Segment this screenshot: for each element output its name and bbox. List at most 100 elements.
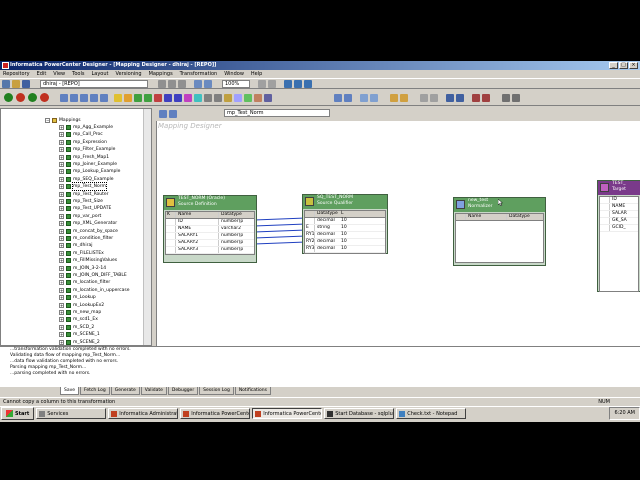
expand-icon[interactable]: + [59, 324, 64, 330]
target-port-row[interactable]: NAME [600, 204, 638, 211]
output-tab[interactable]: Generate [110, 387, 140, 395]
port-row[interactable]: RY2 decimal 10 [305, 239, 385, 246]
zoom-fit-icon[interactable] [370, 94, 378, 102]
sequence-generator-icon[interactable] [204, 94, 212, 102]
menu-mappings[interactable]: Mappings [148, 71, 174, 77]
arrange-all-icon[interactable] [334, 94, 342, 102]
union-icon[interactable] [244, 94, 252, 102]
expand-icon[interactable]: + [59, 310, 64, 315]
taskbar-task[interactable]: Check.txt - Notepad [396, 408, 467, 419]
link-path-icon[interactable] [430, 94, 438, 102]
tree-mapping-item[interactable]: + mp_Agg_Example [59, 124, 113, 131]
workflow-icon[interactable] [294, 80, 302, 88]
replace-icon[interactable] [512, 94, 520, 102]
folder-combo[interactable]: dhiraj - [REPO] [40, 80, 148, 88]
stored-procedure-icon[interactable] [234, 94, 242, 102]
expand-icon[interactable]: + [59, 280, 64, 286]
source-definition[interactable]: TEST_NORM (Oracle) Source Definition K Na… [163, 195, 257, 263]
normalizer-icon[interactable] [124, 94, 132, 102]
aggregator-icon[interactable] [134, 94, 142, 102]
expand-icon[interactable]: + [59, 154, 64, 160]
expand-icon[interactable]: + [59, 228, 64, 234]
layout-toggle-icon[interactable] [420, 94, 428, 102]
arrange-icon[interactable] [258, 80, 266, 88]
cut-icon[interactable] [158, 80, 166, 88]
break-icon[interactable] [40, 93, 49, 102]
source-analyzer-icon[interactable] [60, 94, 68, 102]
monitor-icon[interactable] [304, 80, 312, 88]
versioning-icon[interactable] [390, 94, 398, 102]
expand-icon[interactable]: + [59, 295, 64, 301]
tree-mapping-item[interactable]: + m_condition_filter [59, 235, 113, 242]
tree-mapping-item[interactable]: + m_SCENE_2 [59, 339, 100, 345]
stop-debugger-icon[interactable] [16, 93, 25, 102]
target-port-row[interactable]: GCID_ [600, 225, 638, 232]
output-tab[interactable]: Notifications [234, 387, 271, 395]
expand-icon[interactable]: + [59, 213, 64, 219]
source-qual-header[interactable]: SQ_TEST_NORM Source Qualifier [303, 195, 387, 209]
copy-icon[interactable] [168, 80, 176, 88]
tree-mapping-item[interactable]: + m_SCD_2 [59, 324, 94, 331]
expand-icon[interactable]: + [59, 236, 64, 241]
tree-mapping-item[interactable]: + m_SCENE_1 [59, 331, 100, 338]
expand-icon[interactable]: + [59, 169, 64, 175]
taskbar-task[interactable]: Informatica Administrati... [108, 408, 179, 419]
port-row[interactable]: ID number(p [166, 219, 254, 226]
debug-step-icon[interactable] [472, 94, 480, 102]
expand-icon[interactable]: + [59, 184, 64, 190]
maximize-button[interactable]: □ [619, 62, 628, 69]
repository-icon[interactable] [284, 80, 292, 88]
close-button[interactable]: × [629, 62, 638, 69]
tree-mapping-item[interactable]: + mp_Test_Router [59, 191, 109, 198]
tree-mapping-item[interactable]: + m_scd1_Ex [59, 316, 98, 323]
menu-edit[interactable]: Edit [36, 71, 48, 77]
menu-view[interactable]: View [52, 71, 66, 77]
expand-icon[interactable]: + [59, 317, 64, 323]
mapplet-designer-icon[interactable] [90, 94, 98, 102]
navigator-scrollbar[interactable] [143, 109, 151, 345]
expand-icon[interactable]: + [59, 250, 64, 256]
iconize-icon[interactable] [268, 80, 276, 88]
expand-icon[interactable]: + [59, 139, 64, 145]
transformation-developer-icon[interactable] [80, 94, 88, 102]
port-row[interactable]: SALARY3 number(p [166, 247, 254, 254]
port-row[interactable]: SALARY2 number(p [166, 240, 254, 247]
taskbar-task[interactable]: Start Database - sqlplus [324, 408, 395, 419]
paste-icon[interactable] [178, 80, 186, 88]
zoom-normal-icon[interactable] [360, 94, 368, 102]
tree-mapping-item[interactable]: + m_FILELISTEx [59, 250, 104, 257]
menu-window[interactable]: Window [223, 71, 245, 77]
tree-mapping-item[interactable]: + mp_XML_Generator [59, 220, 117, 227]
expand-icon[interactable]: + [59, 265, 64, 271]
tree-mapping-item[interactable]: + m_JOIN_ON_DIFF_TABLE [59, 272, 127, 279]
tree-mappings-folder[interactable]: − Mappings [45, 117, 81, 124]
target-definition[interactable]: TEST_ Target ID NAME SALAR GK_SA GCID_ [597, 180, 640, 292]
new-icon[interactable] [2, 80, 10, 88]
normalizer[interactable]: new_test Normalizer Name Datatype [453, 197, 546, 266]
expand-icon[interactable]: + [59, 125, 64, 130]
menu-layout[interactable]: Layout [90, 71, 109, 77]
source-qualifier-icon[interactable] [114, 94, 122, 102]
expand-icon[interactable]: + [59, 221, 64, 227]
sorter-icon[interactable] [214, 94, 222, 102]
expand-icon[interactable]: + [59, 147, 64, 153]
start-debugger-icon[interactable] [4, 93, 13, 102]
mapping-list-icon[interactable] [169, 110, 177, 118]
rank-icon[interactable] [184, 94, 192, 102]
tree-mapping-item[interactable]: + mp_Filter_Example [59, 146, 115, 153]
source-qualifier[interactable]: SQ_TEST_NORM Source Qualifier Datatype Ld… [302, 194, 388, 254]
find-icon[interactable] [502, 94, 510, 102]
mapping-nav-icon[interactable] [159, 110, 167, 118]
expand-icon[interactable]: + [59, 191, 64, 197]
expand-icon[interactable]: + [59, 132, 64, 138]
tree-mapping-item[interactable]: + mp_Test_UPDATE [59, 205, 111, 212]
start-button[interactable]: Start [1, 407, 35, 420]
tree-mapping-item[interactable]: + mp_var_port [59, 213, 101, 220]
menu-versioning[interactable]: Versioning [114, 71, 142, 77]
menu-tools[interactable]: Tools [71, 71, 85, 77]
mapping-combo[interactable]: mp_Test_Norm [224, 109, 330, 117]
port-row[interactable]: decimal 10 [305, 218, 385, 225]
output-tab[interactable]: Validate [140, 387, 167, 395]
source-icon[interactable] [446, 94, 454, 102]
port-row[interactable]: RY3 decimal 10 [305, 246, 385, 253]
